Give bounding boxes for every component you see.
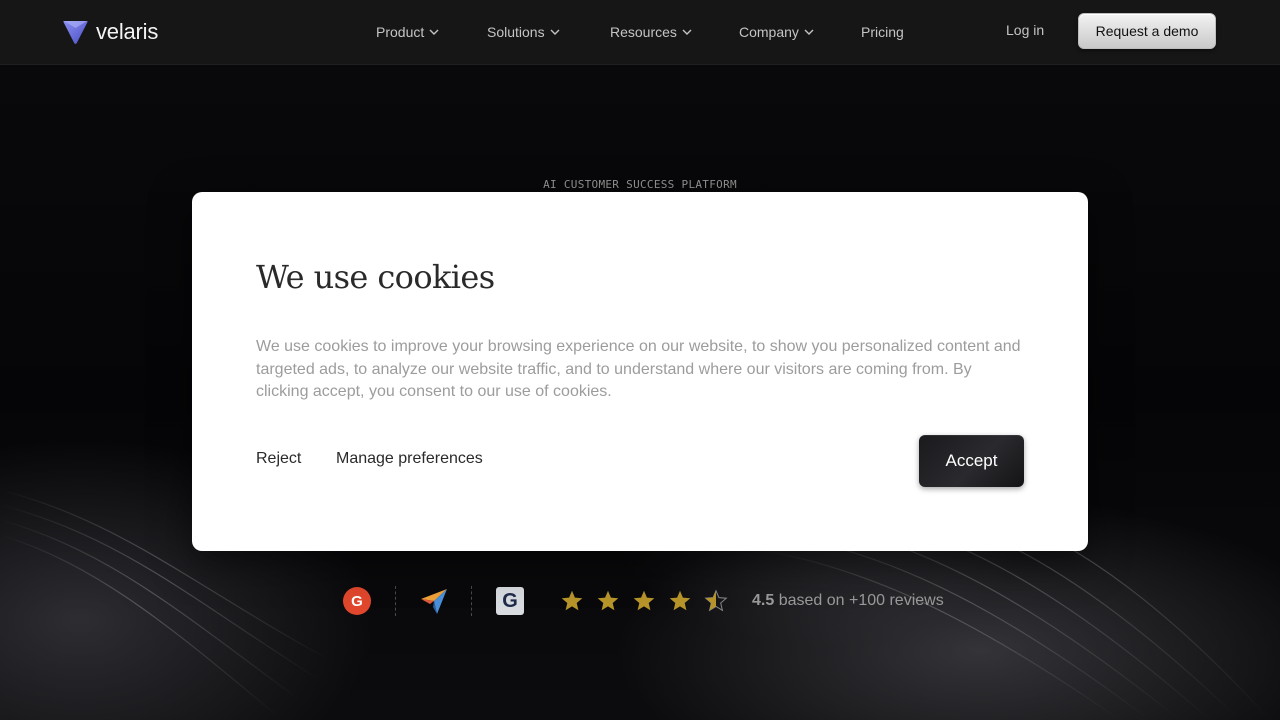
velaris-logo-icon [63, 21, 88, 44]
getapp-logo-text: G [502, 589, 518, 612]
cookie-modal-title: We use cookies [256, 258, 495, 296]
top-navbar: velaris Product Solutions Resources Comp… [0, 0, 1280, 65]
chevron-down-icon [804, 29, 814, 35]
reject-cookies-button[interactable]: Reject [256, 450, 301, 468]
hero-eyebrow: AI CUSTOMER SUCCESS PLATFORM [543, 178, 737, 191]
nav-product[interactable]: Product [376, 22, 439, 42]
capterra-logo-icon[interactable] [420, 587, 448, 615]
nav-resources[interactable]: Resources [610, 22, 692, 42]
reviews-row: G G 4.5 based on +100 reviews [0, 584, 1280, 618]
cookie-modal-description: We use cookies to improve your browsing … [256, 338, 1021, 400]
g2-logo-text: G [351, 592, 363, 610]
getapp-logo-icon[interactable]: G [496, 587, 524, 615]
brand-name: velaris [96, 19, 159, 44]
nav-pricing-label: Pricing [861, 24, 904, 40]
chevron-down-icon [429, 29, 439, 35]
nav-company-label: Company [739, 24, 799, 40]
login-link[interactable]: Log in [1006, 22, 1044, 38]
nav-resources-label: Resources [610, 24, 677, 40]
brand-logo[interactable]: velaris [63, 19, 158, 45]
chevron-down-icon [550, 29, 560, 35]
cookie-consent-modal: We use cookies We use cookies to improve… [192, 192, 1088, 551]
nav-pricing[interactable]: Pricing [861, 22, 904, 42]
star-rating [560, 589, 728, 613]
star-icon [561, 590, 583, 611]
g2-logo-icon[interactable]: G [343, 587, 371, 615]
manage-preferences-button[interactable]: Manage preferences [336, 450, 483, 468]
request-demo-button[interactable]: Request a demo [1078, 13, 1216, 49]
rating-suffix: based on +100 reviews [778, 592, 944, 609]
nav-solutions[interactable]: Solutions [487, 22, 560, 42]
star-icon [669, 590, 691, 611]
chevron-down-icon [682, 29, 692, 35]
half-star-icon [704, 589, 728, 612]
nav-company[interactable]: Company [739, 22, 814, 42]
rating-summary: 4.5 based on +100 reviews [752, 592, 944, 610]
nav-product-label: Product [376, 24, 425, 40]
accept-cookies-button[interactable]: Accept [919, 435, 1024, 487]
rating-value: 4.5 [752, 592, 775, 609]
star-icon [597, 590, 619, 611]
divider [395, 586, 396, 616]
divider [471, 586, 472, 616]
star-icon [633, 590, 655, 611]
nav-solutions-label: Solutions [487, 24, 545, 40]
